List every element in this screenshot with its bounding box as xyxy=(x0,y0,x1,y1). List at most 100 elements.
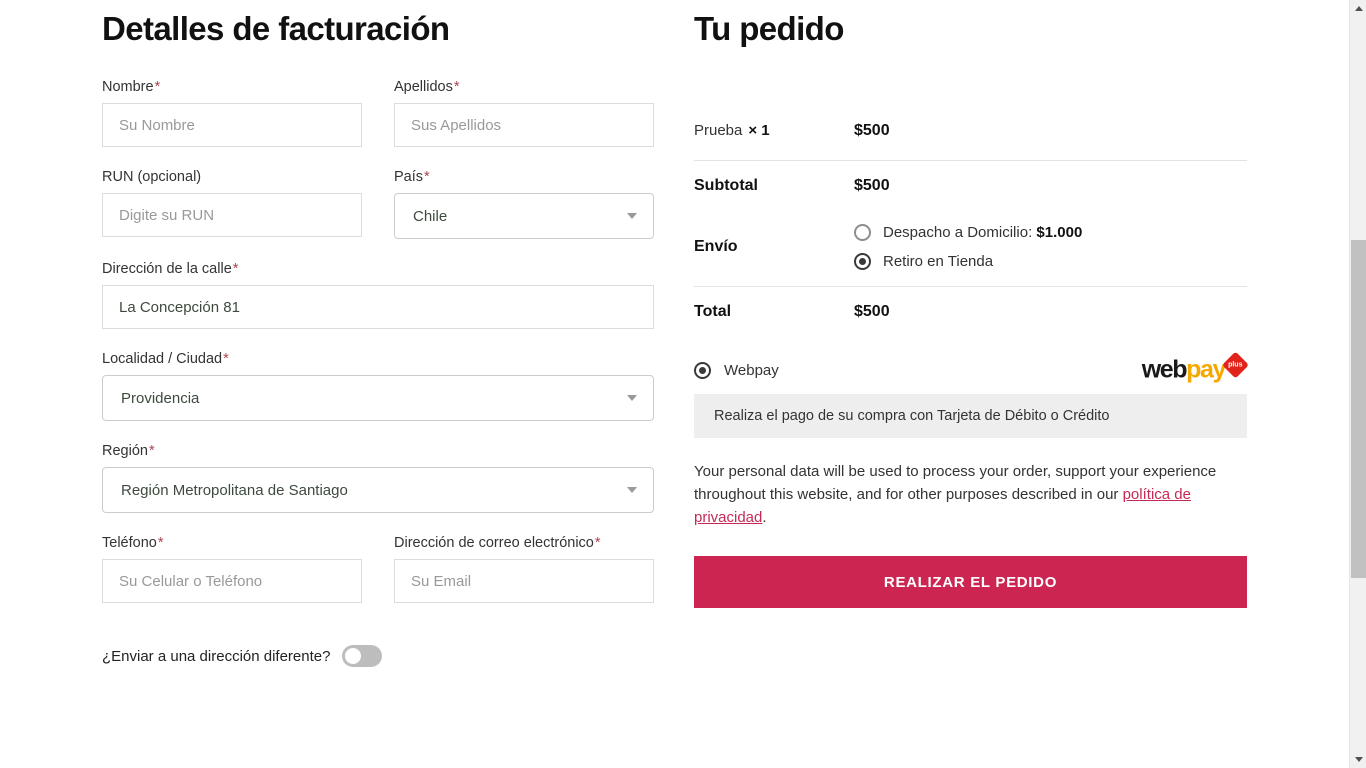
order-product-name-cell: Prueba × 1 xyxy=(694,120,854,142)
privacy-notice: Your personal data will be used to proce… xyxy=(694,460,1239,529)
label-last-name: Apellidos* xyxy=(394,78,654,96)
shipping-option-delivery-label: Despacho a Domicilio: $1.000 xyxy=(883,224,1082,241)
order-subtotal-value: $500 xyxy=(854,177,890,194)
select-city-value: Providencia xyxy=(121,389,200,407)
field-region: Región* Región Metropolitana de Santiago xyxy=(102,442,654,513)
input-email[interactable]: Su Email xyxy=(394,559,654,603)
toggle-knob xyxy=(345,648,362,664)
field-country: País* Chile xyxy=(394,168,654,239)
label-last-name-text: Apellidos xyxy=(394,79,453,95)
scrollbar-thumb[interactable] xyxy=(1351,240,1366,578)
form-row-name: Nombre* Su Nombre Apellidos* Sus Apellid… xyxy=(102,78,654,159)
radio-pickup-icon[interactable] xyxy=(854,253,871,270)
webpay-logo-part2: pay xyxy=(1186,355,1226,384)
label-phone: Teléfono* xyxy=(102,534,362,552)
order-product-name: Prueba xyxy=(694,122,743,139)
field-street-address: Dirección de la calle* La Concepción 81 xyxy=(102,260,654,329)
shipping-delivery-text: Despacho a Domicilio: xyxy=(883,224,1037,241)
label-first-name-text: Nombre xyxy=(102,79,154,95)
required-marker: * xyxy=(453,79,460,95)
scroll-down-arrow-icon[interactable] xyxy=(1350,751,1366,768)
required-marker: * xyxy=(232,261,239,277)
form-row-phone-email: Teléfono* Su Celular o Teléfono Direcció… xyxy=(102,534,654,615)
order-subtotal-label: Subtotal xyxy=(694,177,758,194)
field-last-name: Apellidos* Sus Apellidos xyxy=(394,78,654,147)
form-row-run-country: RUN (opcional) Digite su RUN País* Chile xyxy=(102,168,654,251)
input-phone[interactable]: Su Celular o Teléfono xyxy=(102,559,362,603)
radio-delivery-icon[interactable] xyxy=(854,224,871,241)
label-region: Región* xyxy=(102,442,654,460)
billing-details-title: Detalles de facturación xyxy=(102,10,450,47)
order-product-qty: × 1 xyxy=(748,122,770,139)
shipping-delivery-price: $1.000 xyxy=(1036,224,1083,241)
order-product-price: $500 xyxy=(854,122,890,139)
input-street-address-value: La Concepción 81 xyxy=(119,298,240,316)
ship-to-different-address-label: ¿Enviar a una dirección diferente? xyxy=(102,647,331,665)
select-region[interactable]: Región Metropolitana de Santiago xyxy=(102,467,654,513)
ship-to-different-address-row: ¿Enviar a una dirección diferente? xyxy=(102,645,654,667)
scroll-up-arrow-icon[interactable] xyxy=(1350,0,1366,17)
ship-to-different-address-toggle[interactable] xyxy=(342,645,383,667)
webpay-plus-badge-text: plus xyxy=(1228,361,1243,369)
input-last-name-placeholder: Sus Apellidos xyxy=(411,116,502,134)
order-summary: Prueba × 1 $500 Subtotal $500 Envío Desp… xyxy=(694,110,1249,608)
select-city[interactable]: Providencia xyxy=(102,375,654,421)
place-order-button[interactable]: REALIZAR EL PEDIDO xyxy=(694,556,1247,608)
label-email-text: Dirección de correo electrónico xyxy=(394,535,594,551)
field-email: Dirección de correo electrónico* Su Emai… xyxy=(394,534,654,603)
input-street-address[interactable]: La Concepción 81 xyxy=(102,285,654,329)
required-marker: * xyxy=(154,79,161,95)
radio-webpay-icon[interactable] xyxy=(694,361,711,379)
checkout-content: Detalles de facturación Nombre* Su Nombr… xyxy=(0,0,1349,768)
webpay-logo: web pay plus xyxy=(1141,351,1249,384)
payment-methods: Webpay web pay plus Realiza el pago de su… xyxy=(694,351,1249,438)
field-phone: Teléfono* Su Celular o Teléfono xyxy=(102,534,362,603)
label-phone-text: Teléfono xyxy=(102,535,157,551)
input-phone-placeholder: Su Celular o Teléfono xyxy=(119,572,263,590)
privacy-notice-end: . xyxy=(762,509,767,526)
order-total-label: Total xyxy=(694,303,732,320)
label-first-name: Nombre* xyxy=(102,78,362,96)
label-city-text: Localidad / Ciudad xyxy=(102,351,223,367)
shipping-option-pickup[interactable]: Retiro en Tienda xyxy=(854,253,1082,270)
shipping-option-pickup-label: Retiro en Tienda xyxy=(883,253,994,270)
label-street-address: Dirección de la calle* xyxy=(102,260,654,278)
input-first-name-placeholder: Su Nombre xyxy=(119,116,195,134)
input-run-placeholder: Digite su RUN xyxy=(119,206,215,224)
label-city: Localidad / Ciudad* xyxy=(102,350,654,368)
required-marker: * xyxy=(148,443,155,459)
field-run: RUN (opcional) Digite su RUN xyxy=(102,168,362,239)
billing-form: Nombre* Su Nombre Apellidos* Sus Apellid… xyxy=(102,78,654,667)
order-subtotal-row: Subtotal $500 xyxy=(694,161,1247,211)
chevron-down-icon xyxy=(627,395,637,401)
input-last-name[interactable]: Sus Apellidos xyxy=(394,103,654,147)
webpay-logo-part1: web xyxy=(1141,355,1188,384)
select-region-value: Región Metropolitana de Santiago xyxy=(121,481,348,499)
payment-method-webpay-label: Webpay xyxy=(724,361,779,379)
vertical-scrollbar[interactable] xyxy=(1349,0,1366,768)
required-marker: * xyxy=(594,535,601,551)
shipping-option-delivery[interactable]: Despacho a Domicilio: $1.000 xyxy=(854,224,1082,241)
input-run[interactable]: Digite su RUN xyxy=(102,193,362,237)
required-marker: * xyxy=(424,169,430,185)
order-product-row: Prueba × 1 $500 xyxy=(694,110,1247,160)
input-email-placeholder: Su Email xyxy=(411,572,472,590)
label-email: Dirección de correo electrónico* xyxy=(394,534,654,552)
label-run: RUN (opcional) xyxy=(102,168,362,186)
order-shipping-label: Envío xyxy=(694,237,738,255)
label-country: País* xyxy=(394,168,654,186)
order-total-row: Total $500 xyxy=(694,287,1247,337)
shipping-options: Despacho a Domicilio: $1.000 Retiro en T… xyxy=(854,223,1082,270)
payment-method-webpay[interactable]: Webpay web pay plus xyxy=(694,351,1249,385)
select-country-value: Chile xyxy=(413,207,448,225)
order-summary-title: Tu pedido xyxy=(694,10,844,47)
checkout-page: Detalles de facturación Nombre* Su Nombr… xyxy=(0,0,1366,768)
select-country[interactable]: Chile xyxy=(394,193,654,239)
payment-method-description: Realiza el pago de su compra con Tarjeta… xyxy=(694,394,1247,438)
order-total-value: $500 xyxy=(854,303,890,320)
required-marker: * xyxy=(157,535,164,551)
label-country-text: País xyxy=(394,169,424,185)
field-city: Localidad / Ciudad* Providencia xyxy=(102,350,654,421)
field-first-name: Nombre* Su Nombre xyxy=(102,78,362,147)
input-first-name[interactable]: Su Nombre xyxy=(102,103,362,147)
